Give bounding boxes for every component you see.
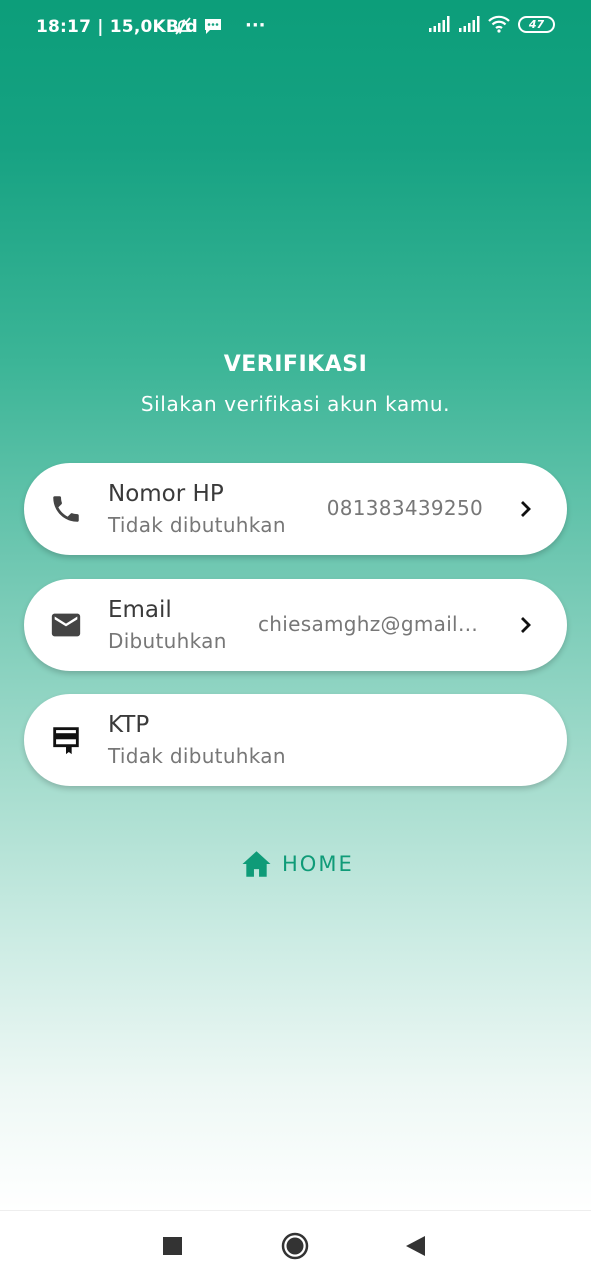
screen-background: 18:17 | 15,0KB/d ··· 47 VERIFIKASI Silak… [0, 0, 591, 1210]
card-status: Tidak dibutuhkan [108, 744, 286, 768]
recents-button-icon[interactable] [163, 1237, 182, 1255]
wifi-icon [488, 15, 510, 33]
bell-off-icon [174, 16, 192, 35]
home-button[interactable]: HOME [241, 850, 354, 878]
home-nav-button-icon[interactable] [281, 1232, 309, 1260]
card-status: Dibutuhkan [108, 629, 227, 653]
home-label: HOME [282, 852, 354, 876]
verify-ktp-card[interactable]: KTP Tidak dibutuhkan [24, 694, 567, 786]
card-value: 081383439250 [326, 496, 483, 520]
chevron-right-icon [521, 617, 531, 633]
phone-icon [53, 496, 79, 522]
card-value: chiesamghz@gmail.com [258, 612, 483, 636]
more-notifications-icon: ··· [245, 15, 266, 36]
battery-icon: 47 [518, 15, 555, 33]
page-title: VERIFIKASI [223, 352, 368, 377]
verify-email-card[interactable]: Email Dibutuhkan chiesamghz@gmail.com [24, 579, 567, 671]
id-card-icon [53, 727, 79, 755]
page-subtitle: Silakan verifikasi akun kamu. [140, 392, 451, 416]
navigation-bar [0, 1210, 591, 1280]
card-status: Tidak dibutuhkan [108, 513, 286, 537]
message-icon [205, 18, 221, 34]
card-title: Nomor HP [108, 481, 224, 507]
signal-icon [429, 16, 450, 32]
home-icon [242, 851, 271, 877]
card-title: KTP [108, 712, 150, 738]
card-title: Email [108, 597, 172, 623]
status-bar: 18:17 | 15,0KB/d ··· 47 [0, 0, 591, 56]
signal-icon-2 [459, 16, 480, 32]
email-icon [51, 613, 81, 637]
chevron-right-icon [521, 501, 531, 517]
verify-phone-card[interactable]: Nomor HP Tidak dibutuhkan 081383439250 [24, 463, 567, 555]
back-button-icon[interactable] [405, 1235, 426, 1257]
